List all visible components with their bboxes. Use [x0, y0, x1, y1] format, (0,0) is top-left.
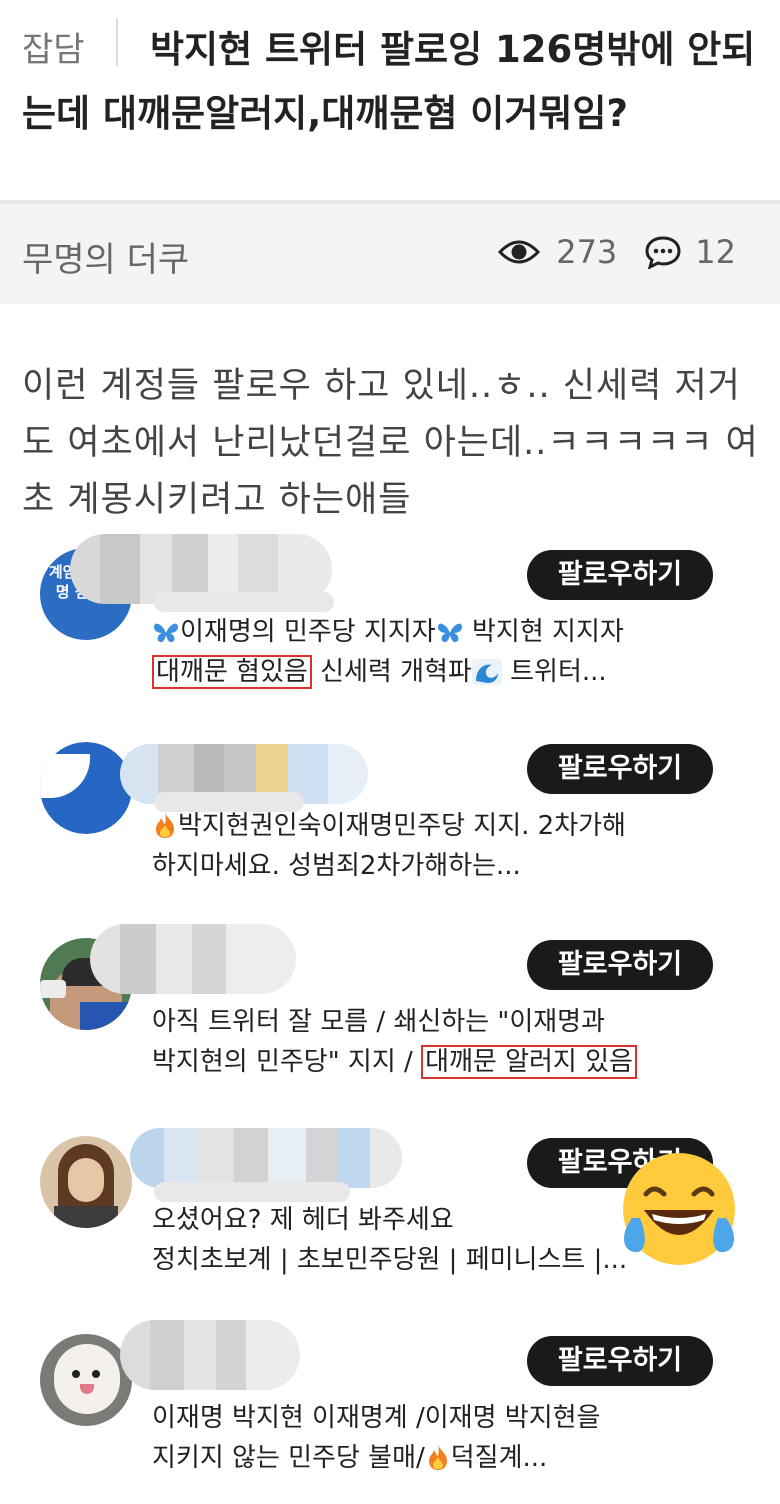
comment-icon [645, 236, 681, 269]
follow-button[interactable]: 팔로우하기 [527, 1336, 713, 1386]
view-count: 273 [556, 233, 618, 271]
wave-icon [471, 659, 502, 685]
blurred-handle [154, 592, 334, 612]
avatar[interactable] [40, 1334, 132, 1426]
post-header: 박지현 트위터 팔로잉 126명밖에 안되는데 대깨문알러지,대깨문혐 이거뭐임… [0, 0, 780, 200]
follow-button[interactable]: 팔로우하기 [527, 744, 713, 794]
account-card: 팔로우하기 이재명 박지현 이재명계 /이재명 박지현을 지키지 않는 민주당 … [0, 1320, 780, 1504]
follow-button[interactable]: 팔로우하기 [527, 550, 713, 600]
post-title: 박지현 트위터 팔로잉 126명밖에 안되는데 대깨문알러지,대깨문혐 이거뭐임… [22, 28, 756, 135]
account-card: 팔로우하기 아직 트위터 잘 모름 / 쇄신하는 "이재명과 박지현의 민주당"… [0, 924, 780, 1108]
post-body: 이런 계정들 팔로우 하고 있네..ㅎ.. 신세력 저거도 여초에서 난리났던걸… [22, 366, 759, 520]
highlighted-phrase: 대깨문 혐있음 [152, 655, 312, 689]
post-meta-bar: 무명의 더쿠 273 12 [0, 200, 780, 304]
fire-icon [156, 812, 174, 838]
category-divider [116, 18, 118, 66]
eye-icon [498, 240, 541, 264]
account-card: 팔로우하기 박지현권인숙이재명민주당 지지. 2차가해 하지마세요. 성범죄2차… [0, 742, 780, 912]
blurred-username [130, 1128, 402, 1188]
blurred-handle [154, 1182, 350, 1202]
account-bio: 이재명 박지현 이재명계 /이재명 박지현을 지키지 않는 민주당 불매/덕질계… [152, 1403, 601, 1473]
follow-button[interactable]: 팔로우하기 [527, 940, 713, 990]
account-card: 계엄을 이재명 심어라 팔로우하기 이재명의 민주당 지지자 박지현 지지자 대… [0, 534, 780, 718]
account-bio: 이재명의 민주당 지지자 박지현 지지자 대깨문 혐있음 신세력 개혁파 트위터… [152, 612, 742, 692]
blurred-username [90, 924, 296, 994]
butterfly-icon [154, 623, 178, 643]
avatar[interactable] [40, 742, 132, 834]
account-bio: 아직 트위터 잘 모름 / 쇄신하는 "이재명과 박지현의 민주당" 지지 / … [152, 1002, 742, 1082]
fire-icon [428, 1444, 447, 1470]
account-bio: 박지현권인숙이재명민주당 지지. 2차가해 하지마세요. 성범죄2차가해하는..… [152, 811, 626, 881]
highlighted-phrase: 대깨문 알러지 있음 [421, 1045, 637, 1079]
post-stats: 273 12 [498, 232, 736, 272]
avatar[interactable] [40, 1136, 132, 1228]
post-category[interactable]: 잡담 [22, 22, 85, 71]
laughing-tears-emoji [623, 1153, 735, 1265]
butterfly-icon [437, 623, 462, 643]
author-name: 무명의 더쿠 [22, 240, 190, 280]
comment-count: 12 [695, 233, 736, 271]
blurred-username [120, 1320, 300, 1390]
